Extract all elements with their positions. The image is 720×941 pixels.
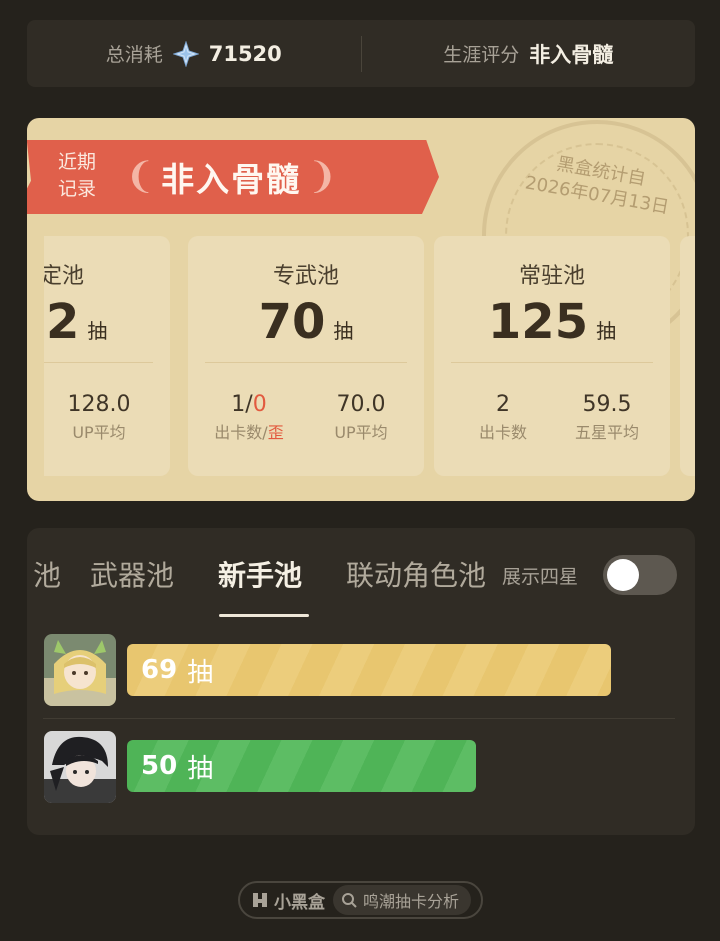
pool-count-unit: 抽 — [87, 319, 108, 343]
pool-separator — [451, 362, 653, 363]
stat-label-off: 歪 — [267, 423, 284, 442]
stat-label: 五星平均 — [574, 423, 639, 442]
stat-value-off: 0 — [252, 392, 267, 417]
pool-carousel[interactable]: 定池 62抽 128.0 UP平均 专武池 70抽 1/0 出卡数/歪 70.0 — [44, 236, 695, 476]
pool-card-weapon[interactable]: 专武池 70 抽 1/0 出卡数/歪 70.0 UP平均 — [188, 236, 424, 476]
stat-value: 70.0 — [336, 392, 386, 417]
pull-history-panel: 池 武器池 新手池 联动角色池 展示四星 69 抽 50 抽 — [27, 528, 695, 835]
pool-name: 专武池 — [272, 264, 339, 289]
active-tab-underline — [219, 614, 309, 617]
pool-card-next[interactable] — [680, 236, 695, 476]
tab-beginner[interactable]: 新手池 — [218, 554, 302, 594]
summary-bar: 总消耗 71520 生涯评分 非入骨髓 — [27, 20, 695, 87]
consumption-summary: 总消耗 71520 — [27, 39, 361, 68]
stat-value: 2 — [496, 392, 510, 417]
pool-stat-cards-off: 1/0 出卡数/歪 — [194, 392, 304, 443]
show-four-star-toggle[interactable] — [603, 555, 677, 595]
avatar-dark-haired-character — [44, 731, 116, 803]
stat-value: 59.5 — [582, 392, 632, 417]
pool-count: 62 抽 — [44, 294, 170, 350]
avatar-blonde-character — [44, 634, 116, 706]
pool-separator — [205, 362, 407, 363]
brand-name: 小黑盒 — [274, 892, 325, 913]
tab-limited-character[interactable]: 池 — [33, 554, 61, 594]
stat-value-sep: / — [245, 392, 253, 417]
laurel-left-icon: ❨ — [125, 156, 156, 197]
pool-separator — [44, 362, 153, 363]
pool-count-unit: 抽 — [333, 319, 354, 343]
pool-count: 125 抽 — [434, 294, 670, 350]
stat-value-cards: 1 — [231, 392, 246, 417]
pool-count-value: 70 — [258, 294, 326, 350]
pull-bar-1: 69 抽 — [127, 644, 611, 696]
stat-value: 1/0 — [194, 392, 304, 417]
consumption-label: 总消耗 — [105, 44, 163, 66]
stat-label: UP平均 — [334, 423, 388, 442]
crystal-star-icon — [172, 39, 200, 68]
record-title: ❨ 非入骨髓 ❩ — [125, 154, 337, 200]
pool-count-value: 62 — [44, 294, 80, 350]
pull-count: 69 — [141, 655, 178, 685]
pull-count: 50 — [141, 751, 178, 781]
stat-label: 出卡数 — [478, 423, 527, 442]
record-tag-line-1: 近期 — [57, 151, 96, 173]
row-separator — [43, 718, 675, 719]
record-title-text: 非入骨髓 — [161, 160, 302, 199]
pull-bar-2: 50 抽 — [127, 740, 476, 792]
pool-stat-cards: 2 出卡数 — [448, 392, 558, 443]
pool-card-limited[interactable]: 定池 62 抽 128.0 UP平均 — [44, 236, 170, 476]
footer-search: 鸣潮抽卡分析 — [333, 885, 472, 915]
pool-stat-five-star-avg: 59.5 五星平均 — [552, 392, 662, 443]
heybox-logo-icon — [253, 893, 267, 907]
toggle-knob — [607, 559, 639, 591]
tab-collab-character[interactable]: 联动角色池 — [346, 554, 486, 594]
rating-value: 非入骨髓 — [529, 42, 614, 67]
record-tag-line-2: 记录 — [57, 178, 96, 200]
search-icon — [342, 893, 357, 908]
consumption-value: 71520 — [208, 41, 282, 66]
stat-label: UP平均 — [72, 423, 126, 442]
footer-search-text: 鸣潮抽卡分析 — [363, 892, 460, 911]
record-tag: 近期 记录 — [52, 149, 102, 203]
stat-label-cards: 出卡数/ — [214, 423, 268, 442]
pool-name: 定池 — [44, 264, 84, 289]
show-four-star-label: 展示四星 — [502, 566, 579, 588]
recent-record-card: 黑盒统计自 2026年07月13日 近期 记录 ❨ 非入骨髓 ❩ 定池 62抽 … — [27, 118, 695, 501]
pool-stat-up-avg: 128.0 UP平均 — [44, 392, 154, 443]
pool-name: 常驻池 — [518, 264, 585, 289]
tab-weapon[interactable]: 武器池 — [90, 554, 174, 594]
footer-watermark: 小黑盒 鸣潮抽卡分析 — [238, 881, 483, 919]
pool-tabs[interactable]: 池 武器池 新手池 联动角色池 — [27, 528, 507, 624]
pool-card-standard[interactable]: 常驻池 125 抽 2 出卡数 59.5 五星平均 — [434, 236, 670, 476]
pool-stat-up-avg: 70.0 UP平均 — [306, 392, 416, 443]
stat-label: 出卡数/歪 — [194, 419, 304, 443]
brand: 小黑盒 — [240, 888, 325, 913]
pull-unit: 抽 — [187, 753, 214, 784]
pull-unit: 抽 — [187, 657, 214, 688]
stat-value: 128.0 — [67, 392, 131, 417]
pool-count: 70 抽 — [188, 294, 424, 350]
pool-count-unit: 抽 — [596, 319, 617, 343]
pool-count-value: 125 — [487, 294, 589, 350]
rating-label: 生涯评分 — [443, 44, 520, 66]
rating-summary: 生涯评分 非入骨髓 — [362, 39, 696, 69]
laurel-right-icon: ❩ — [307, 156, 338, 197]
